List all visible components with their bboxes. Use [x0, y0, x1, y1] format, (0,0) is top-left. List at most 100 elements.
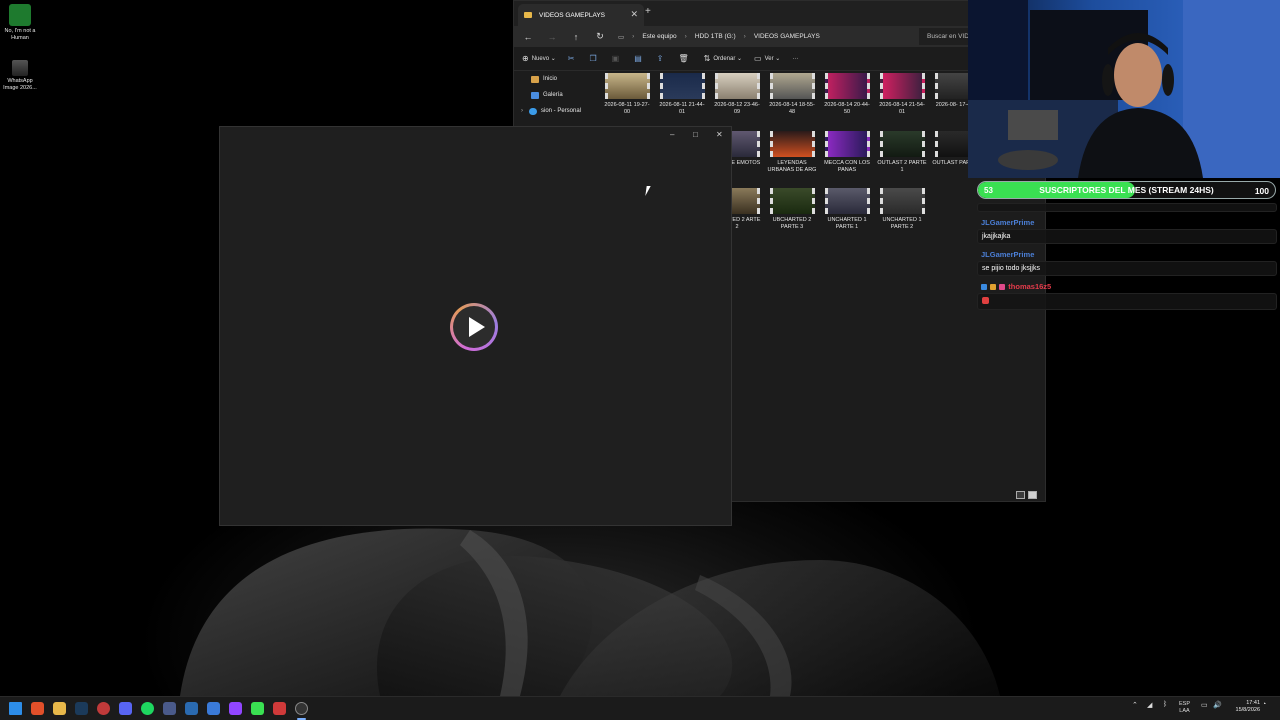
tray-app-icon[interactable]: ◢ [1147, 701, 1152, 709]
sidebar-item-inicio[interactable]: Inicio [514, 71, 596, 87]
gallery-icon [531, 91, 539, 99]
scissors-icon: ✂ [567, 54, 575, 63]
file-item[interactable]: 2026-08-14 18-55-48 [767, 73, 817, 115]
steam-icon[interactable] [75, 702, 88, 715]
paste-icon: ▣ [611, 54, 620, 63]
breadcrumb-item[interactable]: HDD 1TB (G:) [695, 33, 736, 40]
bluetooth-icon[interactable]: ᛒ [1163, 701, 1167, 708]
twitch-icon[interactable] [229, 702, 242, 715]
new-tab-button[interactable]: + [645, 6, 651, 17]
breadcrumb[interactable]: ▭ › Este equipo › HDD 1TB (G:) › VIDEOS … [618, 28, 915, 45]
command-bar: ⊕ Nuevo ⌄ ✂ ❐ ▣ ▤ ⇪ 🗑 ⇅ Ordenar ⌄ ▭ Ver ⌄ ·… [514, 47, 1045, 71]
up-icon[interactable]: ↑ [564, 32, 588, 42]
video-thumbnail [824, 131, 870, 157]
desktop-icon-label: No, I'm not a Human [4, 28, 36, 41]
file-item[interactable]: UNCHARTED 1 PARTE 1 [822, 188, 872, 230]
chat-message [977, 203, 1277, 212]
view-button[interactable]: ▭ Ver ⌄ [754, 54, 780, 63]
video-thumbnail [604, 73, 650, 99]
discord-icon[interactable] [119, 702, 132, 715]
video-thumbnail [879, 188, 925, 214]
play-icon [468, 317, 485, 337]
file-item[interactable]: MECCA CON LOS PANAS [822, 131, 872, 173]
sort-button[interactable]: ⇅ Ordenar ⌄ [704, 54, 742, 63]
breadcrumb-item[interactable]: Este equipo [642, 33, 676, 40]
brave-browser-icon[interactable] [31, 702, 44, 715]
file-item[interactable]: 2026-08-11 21-44-01 [657, 73, 707, 115]
badge-icon [999, 284, 1006, 291]
display-icon[interactable]: ▭ [1201, 701, 1208, 709]
close-tab-icon[interactable]: ✕ [630, 9, 638, 20]
desktop-icon-game[interactable]: No, I'm not a Human [0, 4, 40, 41]
file-item[interactable]: UNCHARTED 1 PARTE 2 [877, 188, 927, 230]
chrome-icon[interactable] [97, 702, 110, 715]
file-item[interactable]: 2026-08-14 20-44-50 [822, 73, 872, 115]
file-item[interactable]: 2026-08-14 21-54-01 [877, 73, 927, 115]
kick-icon[interactable] [251, 702, 264, 715]
rename-button[interactable]: ▤ [634, 54, 645, 63]
minimize-icon[interactable]: – [670, 130, 674, 139]
subscriber-goal-bar: SUSCRIPTORES DEL MES (STREAM 24HS) 53 10… [977, 181, 1276, 199]
media-player-icon[interactable] [295, 702, 308, 715]
copy-icon: ❐ [589, 54, 597, 63]
copy-button[interactable]: ❐ [589, 54, 599, 63]
tab-bar: VIDEOS GAMEPLAYS ✕ + [514, 1, 1045, 26]
file-item[interactable]: UBCHARTED 2 PARTE 3 [767, 188, 817, 230]
close-icon[interactable]: ✕ [716, 130, 723, 139]
goal-label: SUSCRIPTORES DEL MES (STREAM 24HS) [1039, 185, 1214, 195]
video-thumbnail [769, 73, 815, 99]
cloud-icon [529, 107, 537, 115]
badge-icon [990, 284, 997, 291]
more-options-icon[interactable]: ··· [792, 56, 798, 62]
spotify-icon[interactable] [141, 702, 154, 715]
chevron-up-icon[interactable]: ⌃ [1132, 701, 1138, 709]
file-explorer-icon[interactable] [53, 702, 66, 715]
vscode-icon[interactable] [185, 702, 198, 715]
share-button[interactable]: ⇪ [657, 54, 667, 63]
cut-button[interactable]: ✂ [568, 54, 578, 63]
new-button[interactable]: ⊕ Nuevo ⌄ [522, 54, 556, 63]
webcam-feed [968, 0, 1280, 178]
play-button[interactable] [450, 303, 498, 351]
goal-current: 53 [984, 186, 993, 195]
forward-icon[interactable]: → [540, 32, 564, 42]
desktop-icon-image[interactable]: WhatsApp Image 2026... [0, 60, 40, 91]
language-indicator[interactable]: ESP LAA [1179, 701, 1190, 715]
file-item[interactable]: 2026-08-12 23-46-09 [712, 73, 762, 115]
details-view-icon[interactable] [1016, 491, 1025, 499]
folder-icon [524, 12, 532, 18]
app-icon[interactable] [163, 702, 176, 715]
chat-message [977, 293, 1277, 310]
video-thumbnail [769, 188, 815, 214]
back-icon[interactable]: ← [516, 32, 540, 42]
refresh-icon[interactable]: ↻ [588, 31, 612, 42]
clock-date: 15/8/2026 [1235, 707, 1260, 713]
thumbnail-view-icon[interactable] [1028, 491, 1037, 499]
chat-message: se pijio todo jksjjks [977, 261, 1277, 276]
clock[interactable]: 17:41 15/8/2026 [1236, 700, 1260, 714]
file-item[interactable]: LEYENDAS URBANAS DE ARG [767, 131, 817, 173]
breadcrumb-item[interactable]: VIDEOS GAMEPLAYS [754, 33, 820, 40]
sort-icon: ⇅ [703, 54, 711, 63]
tab-videos-gameplays[interactable]: VIDEOS GAMEPLAYS ✕ [518, 4, 644, 26]
file-item[interactable]: 2026-08-11 19-27-00 [602, 73, 652, 115]
video-thumbnail [659, 73, 705, 99]
desktop-icon-label: WhatsApp Image 2026... [3, 78, 37, 91]
file-item[interactable]: OUTLAST 2 PARTE 1 [877, 131, 927, 173]
recorder-icon[interactable] [273, 702, 286, 715]
controller-icon[interactable] [207, 702, 220, 715]
video-thumbnail [714, 73, 760, 99]
notification-icon[interactable]: ◔ [1262, 701, 1266, 708]
sidebar-item-galeria[interactable]: Galería [514, 87, 596, 103]
paste-button[interactable]: ▣ [612, 54, 623, 63]
chat-user-row: thomas16z5 [977, 280, 1277, 293]
rename-icon: ▤ [634, 54, 642, 63]
volume-icon[interactable]: 🔊 [1213, 701, 1222, 709]
start-icon[interactable] [9, 702, 22, 715]
home-icon [531, 75, 539, 83]
video-thumbnail [879, 73, 925, 99]
chat-username: JLGamerPrime [981, 218, 1035, 227]
delete-button[interactable]: 🗑 [678, 54, 691, 63]
sidebar-item-onedrive[interactable]: › sion - Personal [514, 103, 596, 119]
maximize-icon[interactable]: □ [693, 130, 698, 139]
